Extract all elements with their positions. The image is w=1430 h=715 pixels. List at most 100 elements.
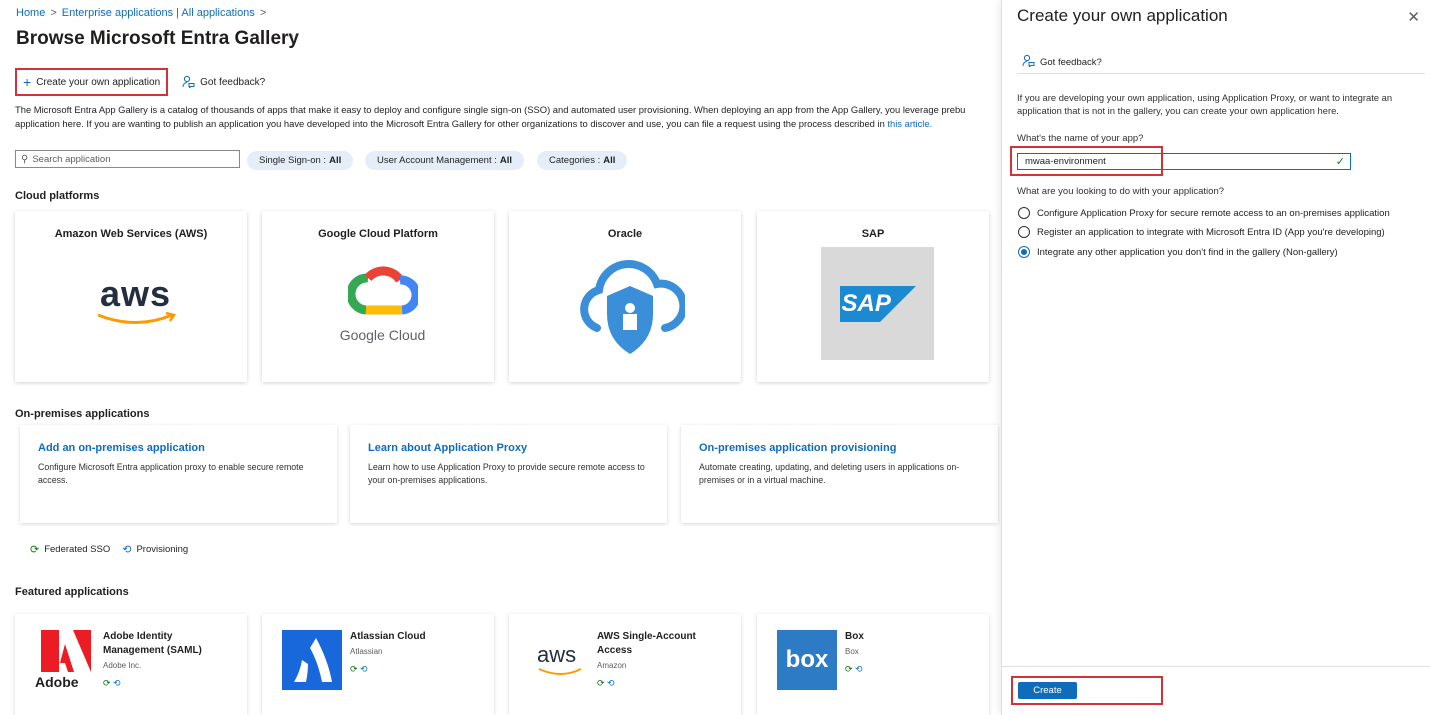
plus-icon: + [23,74,32,90]
cloud-card-sap[interactable]: SAP SAP [757,211,989,382]
search-placeholder: Search application [32,153,111,165]
cloud-card-title: SAP [861,228,885,240]
breadcrumb-enterprise-apps[interactable]: Enterprise applications | All applicatio… [62,7,255,19]
radio-button[interactable] [1018,226,1030,238]
featured-card-atlassian[interactable]: Atlassian Cloud Atlassian ⟳ ⟲ [262,614,494,715]
aws-logo-text: aws [99,273,172,314]
filter-single-sign-on[interactable]: Single Sign-on : All [247,151,354,170]
capability-legend: ⟳ Federated SSO ⟲ Provisioning [30,543,188,556]
create-own-app-label: Create your own application [36,76,161,88]
featured-heading: Featured applications [15,586,129,598]
valid-check-icon: ✓ [1335,156,1345,168]
provisioning-icon: ⟲ [122,544,132,556]
page-title: Browse Microsoft Entra Gallery [16,28,299,49]
featured-app-name: Atlassian Cloud [350,631,426,642]
breadcrumb: Home > Enterprise applications | All appli… [16,7,271,19]
featured-card-box[interactable]: box Box Box ⟳ ⟲ [757,614,989,715]
command-bar: + Create your own application Got feedba… [15,68,273,96]
featured-card-text: Atlassian Cloud Atlassian ⟳ ⟲ [350,630,480,676]
cloud-card-title: Amazon Web Services (AWS) [54,228,208,240]
capability-icons: ⟳ ⟲ [597,678,615,688]
description-line-1: The Microsoft Entra App Gallery is a cat… [15,104,966,115]
federated-sso-label: Federated SSO [44,544,111,555]
onprem-card-desc: Automate creating, updating, and deletin… [699,462,960,485]
aws-small-logo-text: aws [537,642,577,667]
onprem-card-title[interactable]: Learn about Application Proxy [368,442,527,454]
close-icon[interactable]: ✕ [1407,8,1420,26]
featured-app-publisher: Adobe Inc. [103,661,142,670]
radio-option-register-app[interactable]: Register an application to integrate wit… [1018,226,1385,238]
onprem-card-desc: Learn how to use Application Proxy to pr… [368,462,645,485]
sap-logo: SAP [821,247,934,360]
adobe-logo-text: Adobe [35,674,79,690]
onprem-card-learn[interactable]: Learn about Application Proxy Learn how … [350,425,667,523]
featured-card-aws-single[interactable]: aws AWS Single-Account Access Amazon ⟳ ⟲ [509,614,741,715]
featured-app-name: AWS Single-Account Access [597,631,696,656]
gallery-page: Home > Enterprise applications | All appli… [0,0,1000,715]
feedback-icon [1022,54,1035,70]
radio-button[interactable] [1018,207,1030,219]
featured-app-publisher: Atlassian [350,647,383,656]
featured-app-name: Box [845,631,864,642]
create-app-panel: Create your own application ✕ Got feedba… [1001,0,1430,715]
cloud-card-oracle[interactable]: Oracle [509,211,741,382]
search-input[interactable]: ⚲ Search application [15,150,240,168]
cloud-platforms-heading: Cloud platforms [15,190,100,202]
adobe-logo: Adobe [35,630,95,690]
panel-feedback-button[interactable]: Got feedback? [1022,54,1102,70]
featured-app-publisher: Amazon [597,661,627,670]
aws-small-logo: aws [529,630,589,690]
onprem-card-title[interactable]: Add an on-premises application [38,442,205,454]
filter-categories[interactable]: Categories : All [537,151,628,170]
more-icon[interactable]: ··· [286,28,298,42]
description-line-2: application here. If you are wanting to … [15,117,1000,131]
description-line-2-text: application here. If you are wanting to … [15,118,885,129]
filter-user-account-management[interactable]: User Account Management : All [365,151,525,170]
panel-title: Create your own application [1017,6,1228,25]
featured-card-text: Box Box ⟳ ⟲ [845,630,975,676]
feedback-icon [182,75,195,90]
divider [1017,73,1425,74]
breadcrumb-separator: > [50,7,57,19]
cloud-card-google[interactable]: Google Cloud Platform Google Cloud [262,211,494,382]
box-logo: box [777,630,837,690]
radio-option-app-proxy[interactable]: Configure Application Proxy for secure r… [1018,207,1390,219]
filter-label: Single Sign-on : [259,155,327,166]
onprem-card-provisioning[interactable]: On-premises application provisioning Aut… [681,425,998,523]
featured-card-adobe[interactable]: Adobe Adobe Identity Management (SAML) A… [15,614,247,715]
cloud-shield-icon [573,247,686,360]
sap-logo-text: SAP [841,289,891,317]
onprem-card-title[interactable]: On-premises application provisioning [699,442,896,454]
atlassian-logo [282,630,342,690]
this-article-link[interactable]: this article. [887,118,932,129]
filter-label: User Account Management : [377,155,497,166]
featured-card-text: Adobe Identity Management (SAML) Adobe I… [103,630,233,690]
radio-option-non-gallery[interactable]: Integrate any other application you don'… [1018,246,1338,258]
filter-value: All [499,155,513,166]
google-cloud-logo-text: Google Cloud [339,327,426,343]
onprem-card-add[interactable]: Add an on-premises application Configure… [20,425,337,523]
panel-footer-divider [1002,666,1430,667]
panel-feedback-label: Got feedback? [1040,56,1102,68]
aws-logo: aws [79,247,192,360]
on-premises-heading: On-premises applications [15,408,150,420]
federated-sso-icon: ⟳ [30,544,40,556]
box-logo-text: box [785,646,829,673]
cloud-card-aws[interactable]: Amazon Web Services (AWS) aws [15,211,247,382]
purpose-label: What are you looking to do with your app… [1017,186,1225,197]
highlight-box-name [1010,146,1163,176]
breadcrumb-home[interactable]: Home [16,7,45,19]
onprem-card-desc: Configure Microsoft Entra application pr… [38,462,304,485]
radio-label: Integrate any other application you don'… [1037,246,1338,258]
create-own-app-button[interactable]: + Create your own application [15,68,169,96]
search-icon: ⚲ [21,153,29,165]
featured-app-publisher: Box [845,647,859,656]
featured-app-name: Adobe Identity Management (SAML) [103,631,202,656]
feedback-button[interactable]: Got feedback? [174,68,273,96]
highlight-box-create [1011,676,1163,705]
radio-label: Register an application to integrate wit… [1037,226,1385,238]
breadcrumb-separator: > [259,7,267,19]
radio-button-selected[interactable] [1018,246,1030,258]
featured-card-text: AWS Single-Account Access Amazon ⟳ ⟲ [597,630,727,690]
gallery-description: The Microsoft Entra App Gallery is a cat… [15,103,1000,131]
